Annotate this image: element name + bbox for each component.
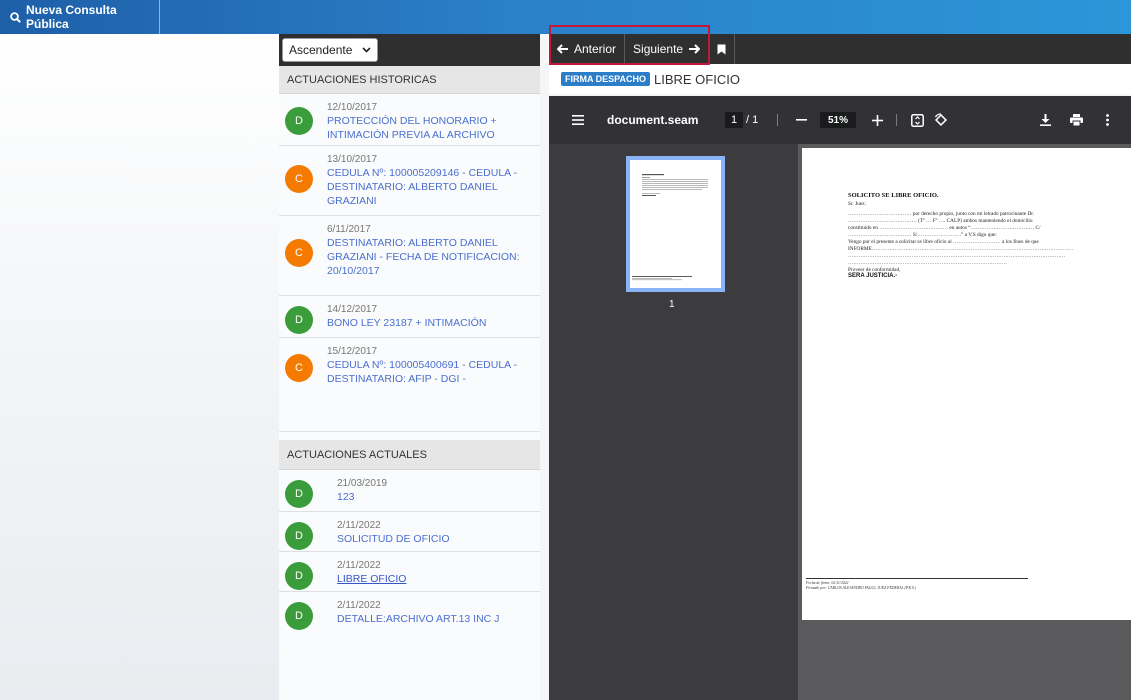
historic-section-header: ACTUACIONES HISTORICAS [279,66,540,94]
current-section-header: ACTUACIONES ACTUALES [279,440,540,470]
page-line: Sr. Juez: [848,201,866,207]
item-description[interactable]: DESTINATARIO: ALBERTO DANIEL GRAZIANI - … [327,236,527,278]
list-item[interactable]: D 14/12/2017 BONO LEY 23187 + INTIMACIÓN [279,296,540,338]
avatar: C [285,165,313,193]
avatar: D [285,107,313,135]
list-item[interactable]: D 2/11/2022 DETALLE:ARCHIVO ART.13 INC J [279,592,540,634]
page-number-input[interactable]: 1 [725,112,743,128]
menu-icon[interactable] [572,96,584,144]
previous-label: Anterior [574,42,617,56]
previous-button[interactable]: Anterior [549,34,626,64]
avatar: D [285,306,313,334]
thumbnail-preview [632,174,708,281]
background [0,34,280,700]
item-date: 21/03/2019 [337,478,388,489]
avatar: D [285,562,313,590]
page-line: Vengo por el presente a solicitar se lib… [848,239,1039,245]
thumbnail-pane: 1 [549,144,798,700]
rotate-icon[interactable] [934,96,948,144]
item-description[interactable]: BONO LEY 23187 + INTIMACIÓN [327,316,527,330]
order-select-value: Ascendente [289,43,353,57]
item-date: 13/10/2017 [327,154,378,165]
document-area: Anterior Siguiente FIRMA DESPACHO LIBRE … [549,25,1131,700]
pdf-viewer: document.seam 1 / 1 51% 1 SOLICITO SE LI… [549,96,1131,700]
pdf-toolbar: document.seam 1 / 1 51% [549,96,1131,144]
page-line: ……………………………………………………………………………… [848,260,1007,266]
order-select[interactable]: Ascendente [282,38,378,62]
signature-date: Fecha de firma: 02/11/2022 [806,581,849,585]
bookmark-button[interactable] [709,34,736,64]
item-description[interactable]: 123 [337,490,387,504]
page-line: …………………………………………………………………………………………………………… [848,253,1066,259]
bookmark-icon [717,44,726,54]
thumbnail-label: 1 [669,299,675,310]
list-item-selected[interactable]: D 2/11/2022 LIBRE OFICIO [279,552,540,592]
document-title-row: FIRMA DESPACHO LIBRE OFICIO [549,64,1131,94]
arrow-left-icon [557,44,568,54]
item-date: 2/11/2022 [337,560,381,571]
item-date: 6/11/2017 [327,224,371,235]
document-nav-bar: Anterior Siguiente [549,25,1131,65]
search-icon [10,11,21,23]
page-closing: SERA JUSTICIA.- [848,273,898,279]
signature-signer: Firmado por: CARLOS ALEJANDRO FAGGI, JUE… [806,586,916,590]
zoom-out-icon[interactable] [796,96,807,144]
item-description[interactable]: DETALLE:ARCHIVO ART.13 INC J [337,612,499,626]
document-page: SOLICITO SE LIBRE OFICIO. Sr. Juez: …………… [802,148,1131,620]
item-description[interactable]: SOLICITUD DE OFICIO [337,532,450,546]
item-description[interactable]: CEDULA Nº: 100005209146 - CEDULA - DESTI… [327,166,527,208]
page-line: ……………………………… S/…………………….” a V.S digo que… [848,232,997,238]
page-thumbnail[interactable] [626,156,725,292]
avatar: C [285,354,313,382]
list-item[interactable]: D 12/10/2017 PROTECCIÓN DEL HONORARIO + … [279,94,540,146]
list-item[interactable]: C 13/10/2017 CEDULA Nº: 100005209146 - C… [279,146,540,216]
next-button[interactable]: Siguiente [625,34,710,64]
list-item[interactable]: D 21/03/2019 123 [279,470,540,512]
actuaciones-panel: Ascendente ACTUACIONES HISTORICAS D 12/1… [279,34,540,700]
signature-rule [806,578,1028,579]
page-heading: SOLICITO SE LIBRE OFICIO. [848,192,939,199]
item-date: 2/11/2022 [337,520,381,531]
fit-page-icon[interactable] [911,96,924,144]
item-date: 2/11/2022 [337,600,381,611]
list-item[interactable]: C 6/11/2017 DESTINATARIO: ALBERTO DANIEL… [279,216,540,296]
status-badge: FIRMA DESPACHO [561,72,650,86]
new-query-button[interactable]: Nueva Consulta Pública [0,0,160,34]
top-bar: Nueva Consulta Pública [0,0,1131,34]
order-bar: Ascendente [279,34,540,66]
next-label: Siguiente [633,42,684,56]
avatar: D [285,602,313,630]
item-description-link[interactable]: LIBRE OFICIO [337,572,406,586]
print-icon[interactable] [1070,96,1083,144]
page-pane: SOLICITO SE LIBRE OFICIO. Sr. Juez: …………… [798,144,1131,700]
avatar: C [285,239,313,267]
page-line: INFORME………………………………………………………………………………………… [848,246,1074,252]
page-line: constituido en ………………………………… en autos “…… [848,225,1041,231]
item-date: 14/12/2017 [327,304,378,315]
item-date: 12/10/2017 [327,102,378,113]
item-description[interactable]: PROTECCIÓN DEL HONORARIO + INTIMACIÓN PR… [327,114,512,142]
arrow-right-icon [689,44,701,54]
download-icon[interactable] [1040,96,1051,144]
pdf-filename: document.seam [607,113,699,127]
more-options-icon[interactable] [1106,96,1109,144]
item-date: 15/12/2017 [327,346,378,357]
avatar: D [285,480,313,508]
new-query-label: Nueva Consulta Pública [26,3,117,31]
zoom-in-icon[interactable] [872,96,883,144]
page-line: ………………………………… (Tº … Fº …. CALP) ambos ma… [848,218,1033,224]
avatar: D [285,522,313,550]
list-item[interactable]: C 15/12/2017 CEDULA Nº: 100005400691 - C… [279,338,540,396]
page-line: ……………………………… por derecho propio, junto c… [848,211,1035,217]
document-title: LIBRE OFICIO [654,71,740,87]
item-description[interactable]: CEDULA Nº: 100005400691 - CEDULA - DESTI… [327,358,527,386]
page-total: / 1 [746,114,759,126]
list-item[interactable]: D 2/11/2022 SOLICITUD DE OFICIO [279,512,540,552]
zoom-level[interactable]: 51% [820,112,856,128]
chevron-down-icon [362,47,371,53]
